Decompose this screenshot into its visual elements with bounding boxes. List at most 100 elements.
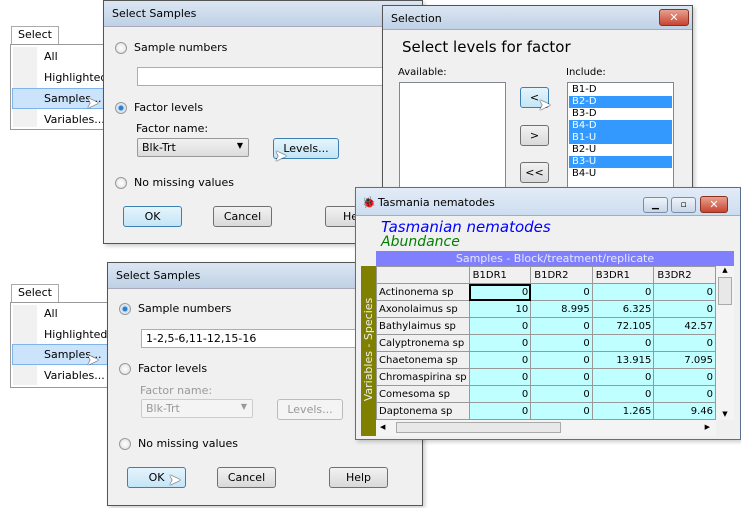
menu-item-variables[interactable]: Variables... xyxy=(44,369,105,382)
data-cell[interactable]: 0 xyxy=(530,351,593,369)
factor-name-select[interactable]: Blk-Trt ▼ xyxy=(137,138,249,157)
table-row: Daptonema sp 0 0 1.265 9.46 xyxy=(376,402,716,420)
include-list-item[interactable]: B4-U xyxy=(569,168,672,180)
horizontal-scrollbar[interactable]: ◀ ▶ xyxy=(376,420,716,436)
cancel-button[interactable]: Cancel xyxy=(217,467,276,488)
data-cell[interactable]: 7.095 xyxy=(653,351,716,369)
mouse-cursor-icon: ➤ xyxy=(538,95,552,114)
variables-header-band: Variables - Species xyxy=(361,266,376,436)
data-cell[interactable]: 13.915 xyxy=(591,351,655,369)
data-cell[interactable]: 0 xyxy=(591,385,655,403)
radio-factor-levels[interactable]: Factor levels xyxy=(115,101,203,114)
samples-header: Samples - Block/treatment/replicate xyxy=(376,251,734,266)
include-list-item[interactable]: B3-D xyxy=(569,108,672,120)
row-header[interactable]: Comesoma sp xyxy=(376,385,470,403)
row-header[interactable]: Axonolaimus sp xyxy=(376,300,470,318)
levels-button: Levels... xyxy=(277,399,343,420)
data-cell[interactable]: 0 xyxy=(468,334,532,352)
include-list-item[interactable]: B2-D xyxy=(569,96,672,108)
table-row: Chromaspirina sp 0 0 0 0 xyxy=(376,368,716,386)
mouse-cursor-icon: ➤ xyxy=(86,93,100,112)
include-list-item[interactable]: B3-U xyxy=(569,156,672,168)
data-cell[interactable]: 0 xyxy=(530,334,593,352)
vertical-scrollbar[interactable]: ▲ ▼ xyxy=(716,266,734,420)
data-cell[interactable]: 0 xyxy=(653,368,716,386)
chevron-down-icon: ▼ xyxy=(240,402,247,411)
row-header[interactable]: Actinonema sp xyxy=(376,283,470,301)
menu-item-variables[interactable]: Variables... xyxy=(44,113,105,126)
table-row: Comesoma sp 0 0 0 0 xyxy=(376,385,716,403)
data-cell[interactable]: 0 xyxy=(468,385,532,403)
data-type: Abundance xyxy=(381,234,460,250)
radio-no-missing-values[interactable]: No missing values xyxy=(119,437,238,450)
data-cell[interactable]: 1.265 xyxy=(591,402,655,420)
include-list[interactable]: B1-D B2-D B3-D B4-D B1-U B2-U B3-U B4-U xyxy=(567,82,674,202)
menu-item-highlighted[interactable]: Highlighted xyxy=(44,328,107,341)
column-header[interactable]: B1DR2 xyxy=(530,266,593,284)
data-cell[interactable]: 0 xyxy=(591,334,655,352)
row-header[interactable]: Chaetonema sp xyxy=(376,351,470,369)
include-list-item[interactable]: B1-D xyxy=(569,84,672,96)
radio-sample-numbers[interactable]: Sample numbers xyxy=(115,41,227,54)
include-label: Include: xyxy=(566,67,606,78)
factor-name-label: Factor name: xyxy=(136,122,209,135)
data-cell[interactable]: 0 xyxy=(591,283,655,301)
table-row: Calyptronema sp 0 0 0 0 xyxy=(376,334,716,352)
row-header[interactable]: Daptonema sp xyxy=(376,402,470,420)
data-cell[interactable]: 72.105 xyxy=(591,317,655,335)
data-cell[interactable]: 0 xyxy=(468,368,532,386)
radio-sample-numbers[interactable]: Sample numbers xyxy=(119,302,231,315)
move-right-button[interactable]: > xyxy=(520,125,549,146)
data-cell[interactable]: 0 xyxy=(530,283,593,301)
data-cell[interactable]: 9.46 xyxy=(653,402,716,420)
app-bug-icon: 🐞 xyxy=(362,196,376,209)
data-cell[interactable]: 0 xyxy=(653,385,716,403)
data-cell[interactable]: 0 xyxy=(530,385,593,403)
row-header[interactable]: Bathylaimus sp xyxy=(376,317,470,335)
close-icon[interactable]: ✕ xyxy=(700,196,728,213)
include-list-item[interactable]: B2-U xyxy=(569,144,672,156)
data-grid[interactable]: B1DR1 B1DR2 B3DR1 B3DR2 Actinonema sp 0 0 0 0 Axo… xyxy=(376,266,716,420)
data-cell[interactable]: 8.995 xyxy=(530,300,593,318)
move-all-left-button[interactable]: << xyxy=(520,162,549,183)
row-header[interactable]: Chromaspirina sp xyxy=(376,368,470,386)
data-cell[interactable]: 0 xyxy=(653,334,716,352)
help-button[interactable]: Help xyxy=(329,467,388,488)
menu-item-all[interactable]: All xyxy=(44,50,58,63)
radio-no-missing-values[interactable]: No missing values xyxy=(115,176,234,189)
radio-factor-levels[interactable]: Factor levels xyxy=(119,362,207,375)
menu-item-highlighted[interactable]: Highlighted xyxy=(44,71,107,84)
data-cell[interactable]: 0 xyxy=(468,351,532,369)
data-cell[interactable]: 0 xyxy=(653,300,716,318)
selection-title: Selection xyxy=(383,6,692,30)
select-menu: All Highlighted Samples... Variables... xyxy=(10,302,110,388)
include-list-item[interactable]: B1-U xyxy=(569,132,672,144)
include-list-item[interactable]: B4-D xyxy=(569,120,672,132)
data-cell[interactable]: 0 xyxy=(468,283,532,301)
data-cell[interactable]: 0 xyxy=(468,317,532,335)
data-cell[interactable]: 0 xyxy=(530,402,593,420)
data-cell[interactable]: 10 xyxy=(468,300,532,318)
column-header[interactable]: B1DR1 xyxy=(468,266,532,284)
data-cell[interactable]: 6.325 xyxy=(591,300,655,318)
data-cell[interactable]: 0 xyxy=(468,402,532,420)
maximize-icon[interactable]: ▫ xyxy=(671,197,696,213)
available-list[interactable] xyxy=(399,82,506,202)
column-header[interactable]: B3DR1 xyxy=(591,266,655,284)
minimize-icon[interactable]: ▁ xyxy=(643,197,668,213)
column-header[interactable]: B3DR2 xyxy=(653,266,716,284)
close-icon[interactable]: ✕ xyxy=(659,9,689,26)
menu-item-all[interactable]: All xyxy=(44,307,58,320)
data-cell[interactable]: 0 xyxy=(591,368,655,386)
dialog-title: Select Samples xyxy=(104,1,422,27)
ok-button[interactable]: OK xyxy=(123,206,182,227)
data-cell[interactable]: 42.57 xyxy=(653,317,716,335)
data-cell[interactable]: 0 xyxy=(530,317,593,335)
row-header[interactable]: Calyptronema sp xyxy=(376,334,470,352)
data-cell[interactable]: 0 xyxy=(653,283,716,301)
cancel-button[interactable]: Cancel xyxy=(213,206,272,227)
select-menu-tab[interactable]: Select xyxy=(11,26,59,45)
select-menu-tab[interactable]: Select xyxy=(11,284,59,303)
data-cell[interactable]: 0 xyxy=(530,368,593,386)
factor-name-label: Factor name: xyxy=(140,384,213,397)
